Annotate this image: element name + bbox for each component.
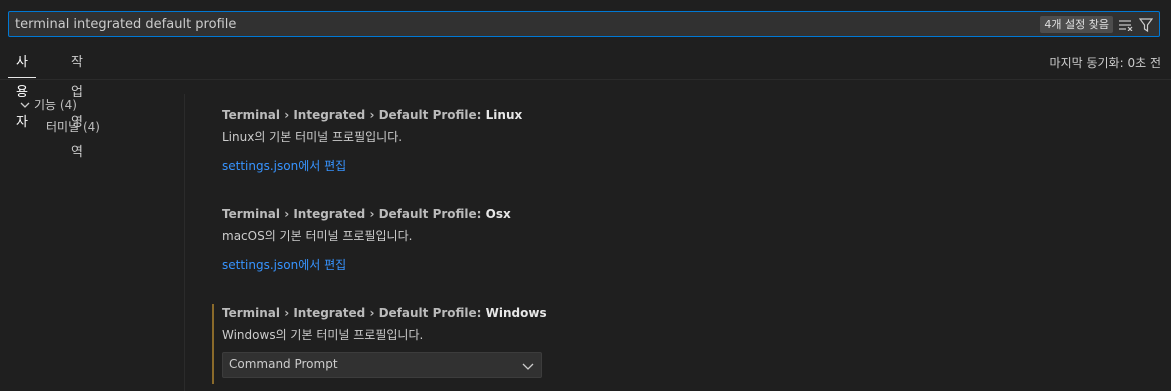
settings-search-input[interactable]	[15, 15, 915, 33]
edit-in-settings-json-link[interactable]: settings.json에서 편집	[222, 255, 346, 275]
setting-title: Terminal › Integrated › Default Profile:…	[222, 304, 1112, 322]
setting-title: Terminal › Integrated › Default Profile:…	[222, 106, 1112, 124]
default-profile-select[interactable]: Command Prompt	[222, 352, 542, 378]
setting-item-linux: Terminal › Integrated › Default Profile:…	[212, 106, 1112, 176]
toc-item-label: 기능	[34, 98, 57, 112]
setting-item-osx: Terminal › Integrated › Default Profile:…	[212, 205, 1112, 275]
toc-item-terminal[interactable]: 터미널 (4)	[46, 116, 100, 138]
settings-search-box[interactable]: 4개 설정 찾음	[8, 11, 1160, 37]
setting-category: Terminal › Integrated › Default Profile:	[222, 207, 486, 221]
search-result-count: 4개 설정 찾음	[1040, 16, 1113, 33]
header-divider	[0, 79, 1171, 80]
edit-in-settings-json-link[interactable]: settings.json에서 편집	[222, 156, 346, 176]
toc-item-label: 터미널	[46, 120, 80, 134]
setting-description: Windows의 기본 터미널 프로필입니다.	[222, 328, 424, 342]
setting-key: Osx	[485, 207, 511, 221]
tab-user[interactable]: 사용자	[8, 48, 36, 130]
clear-filter-icon[interactable]	[1117, 16, 1135, 34]
filter-icon[interactable]	[1137, 16, 1155, 34]
select-value: Command Prompt	[229, 357, 338, 371]
setting-key: Linux	[485, 108, 523, 122]
toc-item-features[interactable]: 기능 (4)	[20, 94, 77, 116]
setting-title: Terminal › Integrated › Default Profile:…	[222, 205, 1112, 223]
toc-item-count: (4)	[59, 98, 77, 112]
last-sync-status: 마지막 동기화: 0초 전	[1049, 56, 1161, 70]
setting-key: Windows	[485, 306, 547, 320]
setting-category: Terminal › Integrated › Default Profile:	[222, 108, 486, 122]
setting-description: Linux의 기본 터미널 프로필입니다.	[222, 130, 403, 144]
toc-item-count: (4)	[82, 120, 100, 134]
setting-item-windows: Terminal › Integrated › Default Profile:…	[212, 304, 1112, 384]
chevron-down-icon	[20, 94, 34, 116]
setting-category: Terminal › Integrated › Default Profile:	[222, 306, 486, 320]
chevron-down-icon	[521, 359, 535, 373]
toc-divider	[184, 94, 185, 391]
setting-description: macOS의 기본 터미널 프로필입니다.	[222, 229, 413, 243]
tab-workspace[interactable]: 작업 영역	[63, 48, 91, 160]
